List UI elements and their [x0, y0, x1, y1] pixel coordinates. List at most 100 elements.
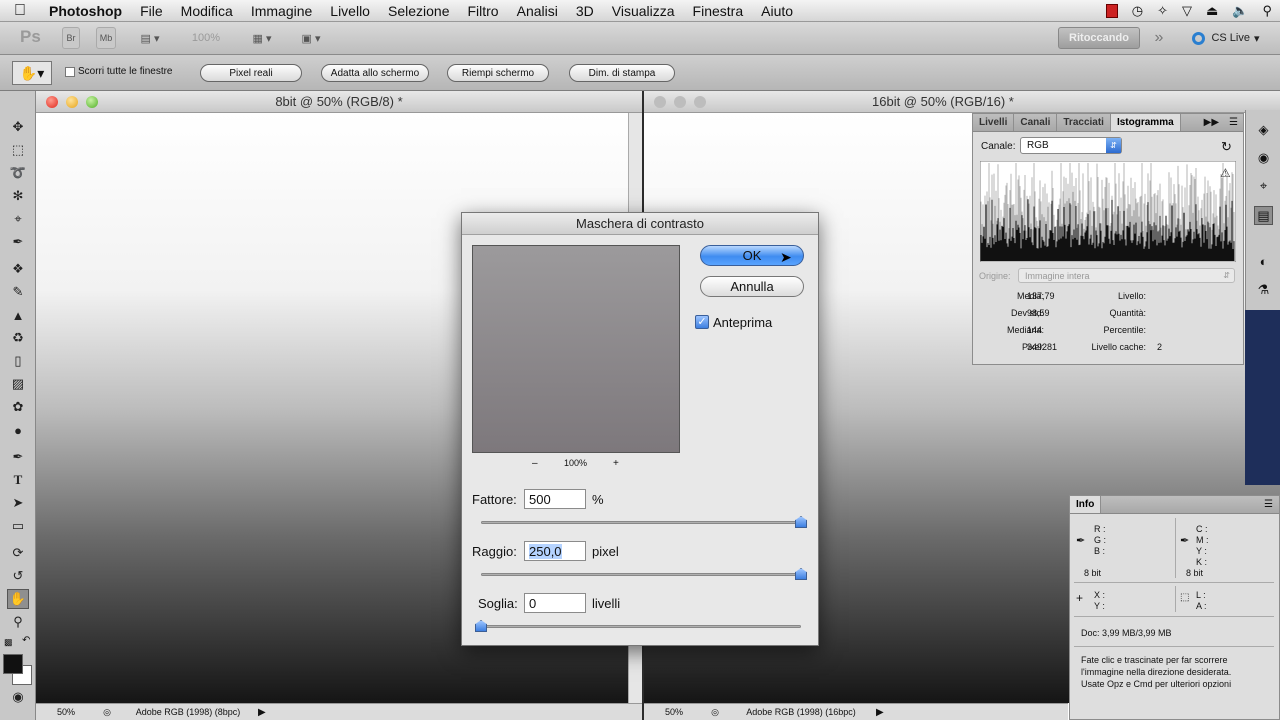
crop-tool-icon[interactable]: ⌖ — [7, 209, 29, 229]
menu-finestra[interactable]: Finestra — [684, 3, 753, 19]
tab-info[interactable]: Info — [1070, 496, 1102, 513]
status-arrow-icon[interactable]: ▶ — [876, 707, 884, 718]
wifi-icon[interactable]: ▽ — [1182, 3, 1192, 19]
threshold-slider-thumb[interactable] — [475, 620, 487, 632]
minimize-window-icon[interactable] — [66, 96, 78, 108]
menu-file[interactable]: File — [131, 3, 172, 19]
gradient-tool-icon[interactable]: ▨ — [7, 374, 29, 394]
radius-slider-track[interactable] — [481, 573, 801, 576]
swap-colors-icon[interactable]: ↶ — [22, 635, 30, 646]
menu-filtro[interactable]: Filtro — [458, 3, 507, 19]
shape-tool-icon[interactable]: ▭ — [7, 516, 29, 536]
transform-icon[interactable]: ⌖ — [1254, 176, 1273, 195]
panel-menu-icon[interactable]: ☰ — [1224, 114, 1243, 131]
menu-aiuto[interactable]: Aiuto — [752, 3, 802, 19]
3d-rotate-tool-icon[interactable]: ⟳ — [7, 543, 29, 563]
styles-icon[interactable]: ◐ — [1254, 252, 1273, 271]
volume-icon[interactable]: 🔈 — [1232, 3, 1248, 19]
menu-3d[interactable]: 3D — [567, 3, 603, 19]
zoom-out-button[interactable]: – — [532, 458, 538, 469]
eyedropper-tool-icon[interactable]: ✒ — [7, 232, 29, 252]
tab-canali[interactable]: Canali — [1014, 114, 1058, 131]
menu-modifica[interactable]: Modifica — [172, 3, 242, 19]
mini-bridge-button[interactable]: Mb — [96, 27, 116, 49]
path-selection-tool-icon[interactable]: ➤ — [7, 493, 29, 513]
3d-orbit-tool-icon[interactable]: ↺ — [7, 566, 29, 586]
screen-mode-button[interactable]: ▣ ▾ — [293, 27, 329, 49]
hand-tool-preset-icon[interactable]: ✋▾ — [12, 61, 52, 85]
status-menu-icon[interactable]: ◎ — [96, 707, 118, 718]
pen-tool-icon[interactable]: ✒ — [7, 447, 29, 467]
more-workspaces-button[interactable]: » — [1148, 27, 1170, 49]
move-tool-icon[interactable]: ✥ — [7, 117, 29, 137]
preview-thumbnail[interactable] — [472, 245, 680, 453]
record-icon[interactable] — [1105, 4, 1118, 18]
lasso-tool-icon[interactable]: ➰ — [7, 163, 29, 183]
quick-mask-icon[interactable]: ◉ — [7, 687, 29, 707]
threshold-input[interactable]: 0 — [524, 593, 586, 613]
default-colors-icon[interactable]: ▩ — [4, 637, 13, 648]
fill-screen-button[interactable]: Riempi schermo — [447, 64, 549, 82]
status-zoom[interactable]: 50% — [644, 707, 704, 717]
histogram-icon[interactable]: ▤ — [1254, 206, 1273, 225]
bluetooth-icon[interactable]: ✧ — [1157, 3, 1168, 19]
menu-photoshop[interactable]: Photoshop — [40, 3, 131, 19]
eject-icon[interactable]: ⏏ — [1206, 3, 1218, 19]
refresh-icon[interactable]: ↻ — [1221, 139, 1232, 155]
time-machine-icon[interactable]: ◷ — [1132, 3, 1143, 19]
preview-checkbox[interactable]: ✓ — [695, 315, 709, 329]
zoom-window-icon[interactable] — [694, 96, 706, 108]
zoom-tool-icon[interactable]: ⚲ — [7, 612, 29, 632]
menu-selezione[interactable]: Selezione — [379, 3, 459, 19]
zoom-window-icon[interactable] — [86, 96, 98, 108]
status-zoom[interactable]: 50% — [36, 707, 96, 717]
menu-livello[interactable]: Livello — [321, 3, 379, 19]
panel-menu-icon[interactable]: ☰ — [1258, 496, 1279, 513]
radius-input[interactable]: 250,0 — [524, 541, 586, 561]
spotlight-icon[interactable]: ⚲ — [1262, 3, 1272, 19]
menu-immagine[interactable]: Immagine — [242, 3, 321, 19]
healing-brush-tool-icon[interactable]: ❖ — [7, 259, 29, 279]
menu-visualizza[interactable]: Visualizza — [603, 3, 684, 19]
foreground-color-swatch[interactable] — [3, 654, 23, 674]
layers-icon[interactable]: ◈ — [1254, 120, 1273, 139]
document-title-bar[interactable]: 8bit @ 50% (RGB/8) * — [36, 91, 642, 113]
cache-warning-icon[interactable]: ⚠ — [1220, 166, 1231, 180]
dialog-title[interactable]: Maschera di contrasto — [462, 213, 818, 235]
minimize-window-icon[interactable] — [674, 96, 686, 108]
amount-input[interactable]: 500 — [524, 489, 586, 509]
tab-istogramma[interactable]: Istogramma — [1110, 114, 1181, 131]
zoom-level-select[interactable]: 100% — [182, 27, 230, 49]
tab-tracciati[interactable]: Tracciati — [1057, 114, 1111, 131]
arrange-documents-button[interactable]: ▦ ▾ — [245, 27, 279, 49]
scroll-all-windows-checkbox[interactable] — [65, 67, 75, 77]
quick-selection-tool-icon[interactable]: ✻ — [7, 186, 29, 206]
tab-livelli[interactable]: Livelli — [973, 114, 1015, 131]
type-tool-icon[interactable]: T — [7, 470, 29, 490]
bridge-button[interactable]: Br — [62, 27, 80, 49]
print-size-button[interactable]: Dim. di stampa — [569, 64, 675, 82]
history-brush-tool-icon[interactable]: ♻ — [7, 328, 29, 348]
close-window-icon[interactable] — [46, 96, 58, 108]
source-select[interactable]: Immagine intera ⇵ — [1018, 268, 1235, 283]
eyedropper-icon[interactable]: ✒ — [1076, 534, 1085, 547]
channel-select[interactable]: RGB ⇵ — [1020, 137, 1122, 154]
hand-tool-icon[interactable]: ✋ — [7, 589, 29, 609]
usb-icon[interactable]: ⚗ — [1254, 280, 1273, 299]
cs-live-button[interactable]: CS Live ▾ — [1186, 27, 1266, 49]
clone-stamp-tool-icon[interactable]: ▲ — [7, 305, 29, 325]
view-extras-button[interactable]: ▤ ▾ — [134, 27, 166, 49]
status-menu-icon[interactable]: ◎ — [704, 707, 726, 718]
marquee-tool-icon[interactable]: ⬚ — [7, 140, 29, 160]
actual-pixels-button[interactable]: Pixel reali — [200, 64, 302, 82]
menu-analisi[interactable]: Analisi — [508, 3, 567, 19]
fit-screen-button[interactable]: Adatta allo schermo — [321, 64, 429, 82]
eyedropper-icon[interactable]: ✒ — [1180, 534, 1189, 547]
zoom-in-button[interactable]: + — [613, 458, 619, 469]
apple-menu-icon[interactable]:  — [0, 2, 40, 20]
workspace-ritoccando-button[interactable]: Ritoccando — [1058, 27, 1140, 49]
adjustments-icon[interactable]: ◉ — [1254, 148, 1273, 167]
threshold-slider-track[interactable] — [481, 625, 801, 628]
radius-slider-thumb[interactable] — [795, 568, 807, 580]
panel-collapse-icon[interactable]: ▶▶ — [1199, 114, 1224, 131]
